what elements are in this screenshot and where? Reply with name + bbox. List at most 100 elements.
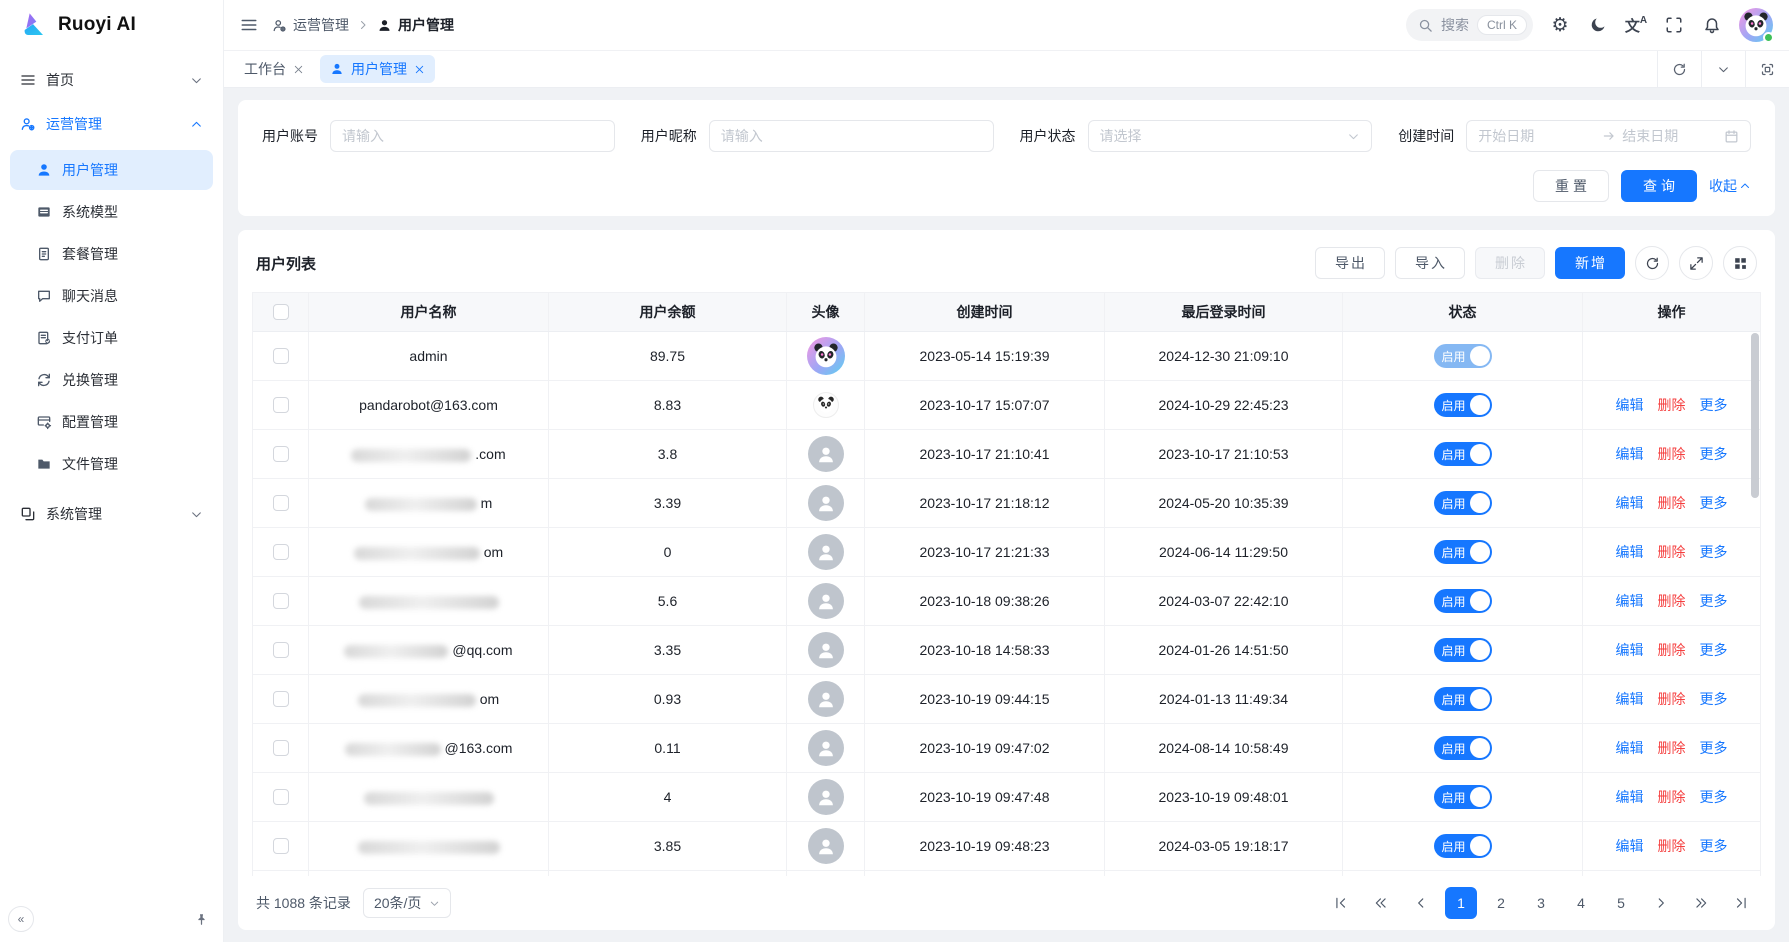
edit-link[interactable]: 编辑 <box>1616 689 1644 709</box>
edit-link[interactable]: 编辑 <box>1616 738 1644 758</box>
row-checkbox[interactable] <box>273 446 289 462</box>
add-button[interactable]: 新增 <box>1555 247 1625 279</box>
settings-gear-icon[interactable]: ⚙ <box>1549 14 1571 36</box>
edit-link[interactable]: 编辑 <box>1616 787 1644 807</box>
collapse-filters-link[interactable]: 收起 <box>1709 176 1751 196</box>
more-link[interactable]: 更多 <box>1700 444 1728 464</box>
more-link[interactable]: 更多 <box>1700 493 1728 513</box>
row-checkbox[interactable] <box>273 397 289 413</box>
sidebar-item-聊天消息[interactable]: 聊天消息 <box>10 276 213 316</box>
page-1[interactable]: 1 <box>1445 887 1477 919</box>
user-avatar[interactable] <box>1739 8 1773 42</box>
close-icon[interactable] <box>293 64 304 75</box>
nickname-input[interactable] <box>721 128 982 144</box>
global-search[interactable]: 搜索 Ctrl K <box>1406 9 1533 41</box>
first-page-icon[interactable] <box>1325 887 1357 919</box>
table-scrollbar[interactable] <box>1751 333 1759 498</box>
row-checkbox[interactable] <box>273 348 289 364</box>
status-toggle[interactable]: 启用 <box>1434 834 1492 858</box>
jump-back-icon[interactable] <box>1365 887 1397 919</box>
delete-link[interactable]: 删除 <box>1658 493 1686 513</box>
more-link[interactable]: 更多 <box>1700 591 1728 611</box>
account-input[interactable] <box>342 128 603 144</box>
sidebar-pin-icon[interactable] <box>194 911 209 928</box>
delete-link[interactable]: 删除 <box>1658 640 1686 660</box>
status-toggle[interactable]: 启用 <box>1434 736 1492 760</box>
sidebar-group-1[interactable]: 运营管理 <box>10 102 213 146</box>
more-link[interactable]: 更多 <box>1700 689 1728 709</box>
language-translate-icon[interactable]: 文A <box>1625 14 1647 36</box>
more-link[interactable]: 更多 <box>1700 787 1728 807</box>
table-fullscreen-icon[interactable] <box>1679 246 1713 280</box>
status-toggle[interactable]: 启用 <box>1434 393 1492 417</box>
tab-refresh-icon[interactable] <box>1657 51 1701 87</box>
status-toggle[interactable]: 启用 <box>1434 785 1492 809</box>
status-toggle[interactable]: 启用 <box>1434 638 1492 662</box>
sidebar-item-支付订单[interactable]: 支付订单 <box>10 318 213 358</box>
edit-link[interactable]: 编辑 <box>1616 444 1644 464</box>
delete-link[interactable]: 删除 <box>1658 836 1686 856</box>
edit-link[interactable]: 编辑 <box>1616 395 1644 415</box>
edit-link[interactable]: 编辑 <box>1616 542 1644 562</box>
page-3[interactable]: 3 <box>1525 887 1557 919</box>
sidebar-item-系统模型[interactable]: 系统模型 <box>10 192 213 232</box>
close-icon[interactable] <box>414 64 425 75</box>
sidebar-group-2[interactable]: 系统管理 <box>10 492 213 536</box>
hamburger-menu-icon[interactable] <box>240 16 258 34</box>
sidebar-item-套餐管理[interactable]: 套餐管理 <box>10 234 213 274</box>
more-link[interactable]: 更多 <box>1700 542 1728 562</box>
delete-link[interactable]: 删除 <box>1658 689 1686 709</box>
delete-link[interactable]: 删除 <box>1658 395 1686 415</box>
brand[interactable]: Ruoyi AI <box>0 0 223 50</box>
status-toggle[interactable]: 启用 <box>1434 687 1492 711</box>
breadcrumb-user-management[interactable]: 用户管理 <box>377 15 454 35</box>
sidebar-item-兑换管理[interactable]: 兑换管理 <box>10 360 213 400</box>
tab-工作台[interactable]: 工作台 <box>234 55 314 83</box>
select-all-checkbox[interactable] <box>273 304 289 320</box>
table-refresh-icon[interactable] <box>1635 246 1669 280</box>
delete-link[interactable]: 删除 <box>1658 738 1686 758</box>
sidebar-item-配置管理[interactable]: 配置管理 <box>10 402 213 442</box>
status-toggle[interactable]: 启用 <box>1434 589 1492 613</box>
edit-link[interactable]: 编辑 <box>1616 493 1644 513</box>
date-range-picker[interactable]: 开始日期 结束日期 <box>1466 120 1751 152</box>
row-checkbox[interactable] <box>273 593 289 609</box>
status-toggle[interactable]: 启用 <box>1434 344 1492 368</box>
sidebar-group-0[interactable]: 首页 <box>10 58 213 102</box>
fullscreen-icon[interactable] <box>1663 14 1685 36</box>
page-4[interactable]: 4 <box>1565 887 1597 919</box>
row-checkbox[interactable] <box>273 544 289 560</box>
notifications-bell-icon[interactable] <box>1701 14 1723 36</box>
status-toggle[interactable]: 启用 <box>1434 442 1492 466</box>
page-size-select[interactable]: 20条/页 <box>363 888 451 918</box>
import-button[interactable]: 导入 <box>1395 247 1465 279</box>
sidebar-collapse-button[interactable]: « <box>8 906 34 932</box>
sidebar-item-文件管理[interactable]: 文件管理 <box>10 444 213 484</box>
row-checkbox[interactable] <box>273 789 289 805</box>
search-button[interactable]: 查询 <box>1621 170 1697 202</box>
sidebar-item-用户管理[interactable]: 用户管理 <box>10 150 213 190</box>
page-2[interactable]: 2 <box>1485 887 1517 919</box>
row-checkbox[interactable] <box>273 691 289 707</box>
row-checkbox[interactable] <box>273 740 289 756</box>
delete-link[interactable]: 删除 <box>1658 444 1686 464</box>
reset-button[interactable]: 重置 <box>1533 170 1609 202</box>
delete-link[interactable]: 删除 <box>1658 787 1686 807</box>
tab-用户管理[interactable]: 用户管理 <box>320 55 435 83</box>
export-button[interactable]: 导出 <box>1315 247 1385 279</box>
status-toggle[interactable]: 启用 <box>1434 491 1492 515</box>
delete-button[interactable]: 删除 <box>1475 247 1545 279</box>
last-page-icon[interactable] <box>1725 887 1757 919</box>
delete-link[interactable]: 删除 <box>1658 591 1686 611</box>
breadcrumb-operations[interactable]: 运营管理 <box>272 15 349 35</box>
next-page-icon[interactable] <box>1645 887 1677 919</box>
edit-link[interactable]: 编辑 <box>1616 836 1644 856</box>
more-link[interactable]: 更多 <box>1700 738 1728 758</box>
status-toggle[interactable]: 启用 <box>1434 540 1492 564</box>
delete-link[interactable]: 删除 <box>1658 542 1686 562</box>
more-link[interactable]: 更多 <box>1700 836 1728 856</box>
row-checkbox[interactable] <box>273 642 289 658</box>
status-select[interactable]: 请选择 <box>1088 120 1373 152</box>
prev-page-icon[interactable] <box>1405 887 1437 919</box>
more-link[interactable]: 更多 <box>1700 640 1728 660</box>
